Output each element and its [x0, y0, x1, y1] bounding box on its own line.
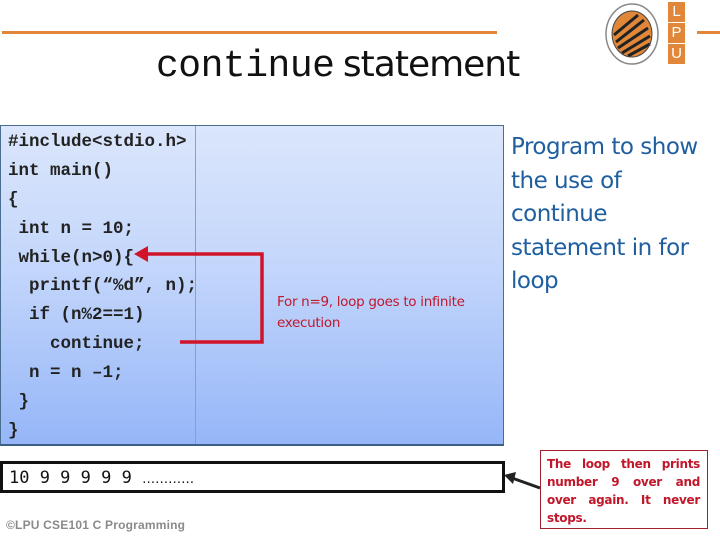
university-seal-icon [605, 3, 659, 65]
infinite-loop-annotation: For n=9, loop goes to infinite execution [277, 294, 465, 331]
side-caption: Program to show the use of continue stat… [511, 134, 698, 294]
code-line: #include<stdio.h> [8, 132, 187, 152]
header-rule-right [697, 31, 720, 34]
code-panel: #include<stdio.h> int main() { int n = 1… [0, 125, 504, 446]
output-console: 10 9 9 9 9 9 ………… [0, 461, 505, 493]
code-line: printf(“%d”, n); [8, 276, 198, 297]
logo-letter-u: U [668, 44, 685, 64]
output-ellipsis: ………… [142, 472, 195, 487]
logo-letter-l: L [668, 2, 685, 22]
title-word: statement [342, 44, 520, 85]
header-rule-left [2, 31, 497, 34]
logo-letter-p: P [668, 23, 685, 43]
code-listing: #include<stdio.h> int main() { int n = 1… [8, 128, 197, 446]
code-line: while(n>0){ [8, 247, 135, 268]
output-text: 10 9 9 9 9 9 ………… [9, 467, 194, 491]
output-pointer-arrow-line [511, 476, 541, 490]
output-pointer-arrow-head [504, 472, 516, 484]
code-line: int n = 10; [8, 218, 135, 239]
title-keyword: continue [156, 45, 335, 88]
code-line: } [8, 420, 19, 441]
slide-title: continue statement [156, 44, 520, 90]
code-line: if (n%2==1) [8, 305, 145, 326]
code-line: int main() [8, 160, 114, 181]
footer-copyright: ©LPU CSE101 C Programming [6, 518, 186, 532]
code-line: { [8, 189, 19, 210]
code-line: } [8, 392, 30, 413]
code-line: continue; [8, 334, 145, 355]
lpu-logo: L P U [668, 2, 685, 65]
explanation-note: The loop then prints number 9 over and o… [540, 450, 708, 529]
explanation-note-text: The loop then prints number 9 over and o… [547, 457, 700, 525]
code-line: n = n –1; [8, 363, 124, 384]
output-values: 10 9 9 9 9 9 [9, 468, 132, 488]
